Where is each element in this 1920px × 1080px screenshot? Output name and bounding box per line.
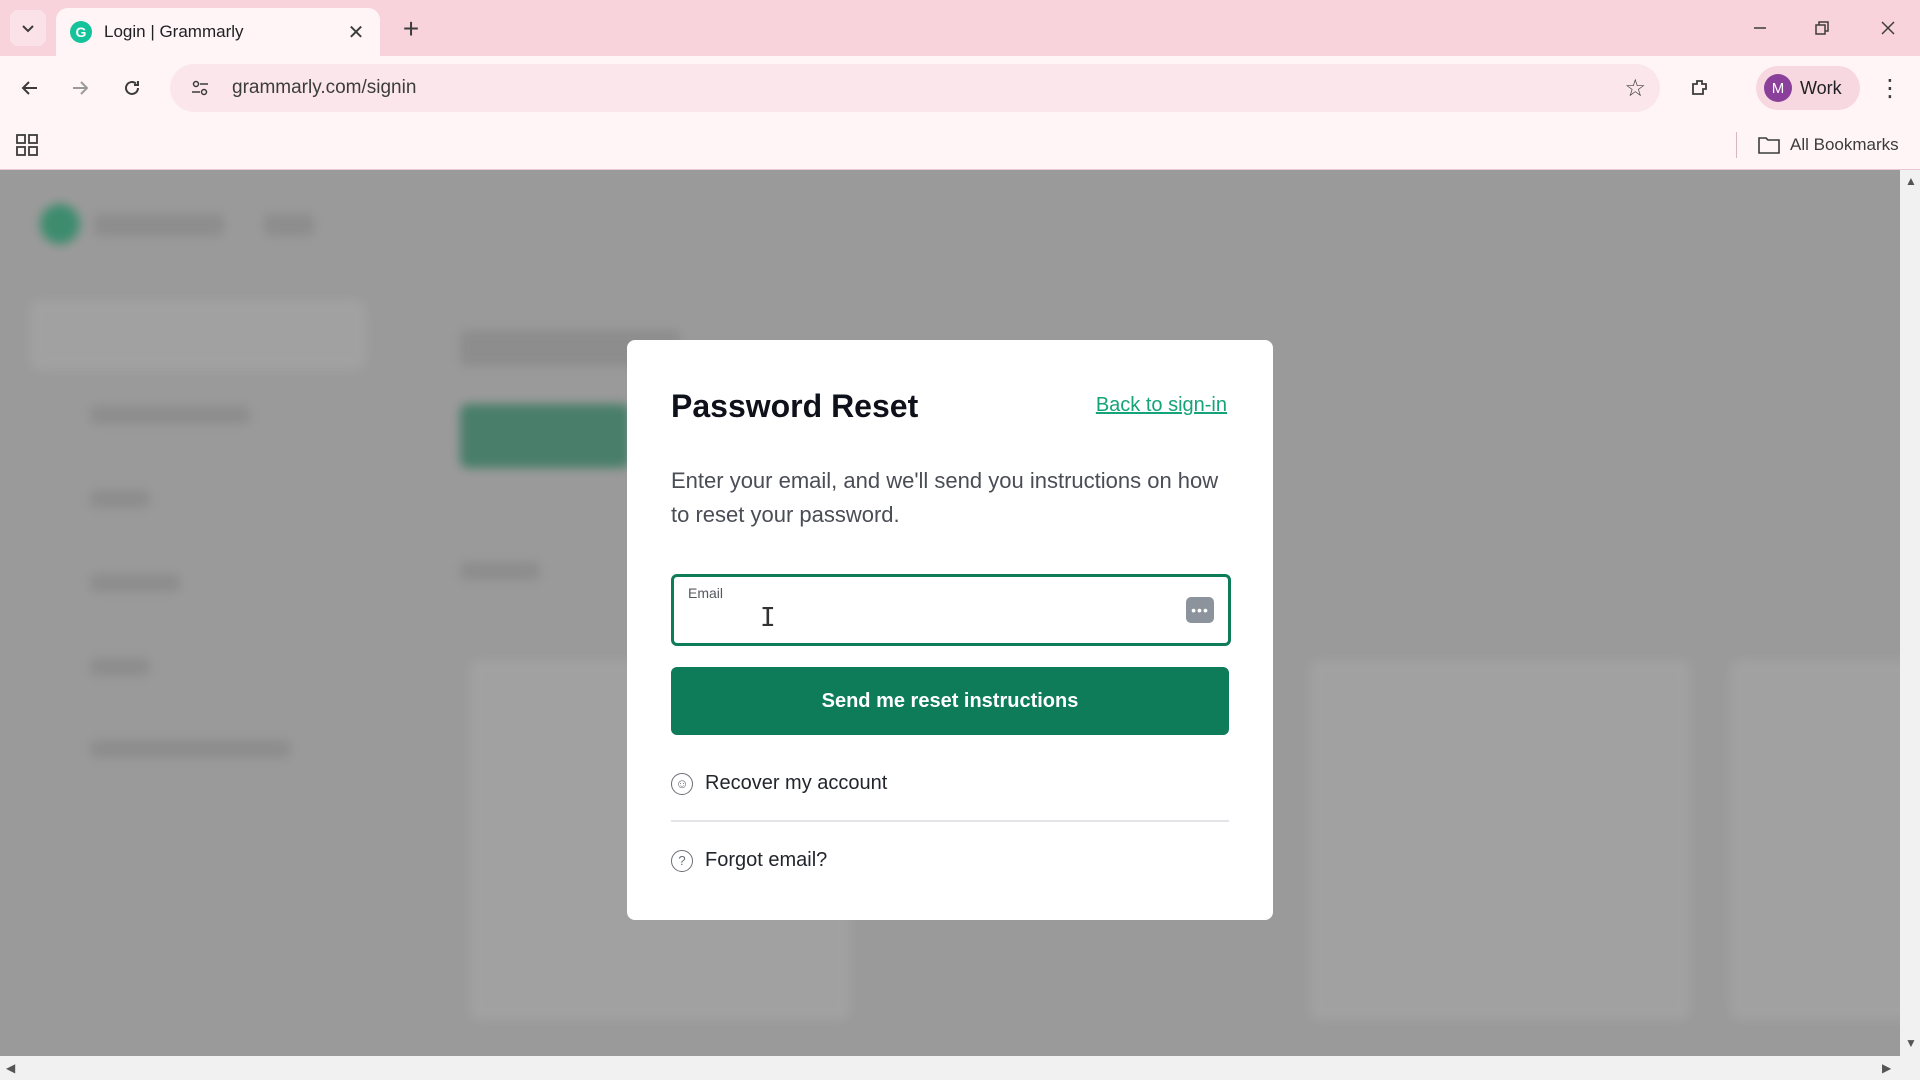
background-shape (1730, 660, 1900, 1020)
background-shape (90, 658, 150, 676)
vertical-scrollbar[interactable]: ▲ ▼ (1900, 170, 1920, 1056)
options-divider (671, 820, 1229, 822)
background-shape (1310, 660, 1690, 1020)
background-shape (94, 214, 224, 236)
background-shape (460, 404, 630, 468)
back-button[interactable] (10, 68, 50, 108)
email-field[interactable]: Email ••• (671, 574, 1231, 646)
url-text: grammarly.com/signin (232, 77, 417, 98)
reload-button[interactable] (112, 68, 152, 108)
extensions-icon[interactable] (1680, 68, 1720, 108)
browser-menu-icon[interactable]: ⋮ (1870, 68, 1910, 108)
restore-button[interactable] (1800, 8, 1844, 48)
arrow-left-icon (21, 81, 37, 95)
email-input[interactable] (688, 607, 1148, 637)
forgot-email-link[interactable]: ? Forgot email? (671, 849, 827, 872)
forward-button[interactable] (60, 68, 100, 108)
avatar: M (1764, 74, 1792, 102)
scroll-right-icon[interactable]: ▶ (1882, 1061, 1891, 1075)
text-cursor-icon: I (760, 603, 776, 633)
bookmarks-divider (1736, 132, 1737, 158)
arrow-right-icon (73, 81, 89, 95)
modal-title: Password Reset (671, 388, 919, 424)
all-bookmarks-button[interactable]: All Bookmarks (1758, 132, 1899, 158)
background-shape (90, 490, 150, 508)
tab-search-button[interactable] (10, 10, 46, 46)
horizontal-scrollbar[interactable]: ◀ ▶ (0, 1056, 1900, 1080)
smiley-icon: ☺ (671, 772, 693, 795)
recover-account-link[interactable]: ☺ Recover my account (671, 772, 887, 795)
scroll-down-icon[interactable]: ▼ (1905, 1036, 1917, 1050)
forgot-email-label: Forgot email? (705, 849, 828, 871)
bookmarks-bar: All Bookmarks (0, 120, 1920, 170)
close-icon (1881, 21, 1895, 35)
send-reset-instructions-button[interactable]: Send me reset instructions (671, 667, 1229, 735)
background-shape (90, 740, 290, 758)
restore-icon (1815, 21, 1829, 35)
bookmark-star-icon[interactable]: ☆ (1624, 74, 1646, 103)
profile-name: Work (1800, 77, 1842, 98)
minimize-icon (1754, 27, 1766, 29)
reload-icon (125, 80, 139, 95)
active-tab[interactable]: G Login | Grammarly ✕ (56, 8, 380, 56)
chevron-down-icon (22, 25, 34, 33)
modal-description: Enter your email, and we'll send you ins… (671, 468, 1219, 527)
minimize-button[interactable] (1738, 8, 1782, 48)
browser-toolbar: grammarly.com/signin ☆ M Work ⋮ (0, 56, 1920, 120)
window-close-button[interactable] (1866, 8, 1910, 48)
background-logo (40, 204, 80, 244)
new-tab-button[interactable]: + (394, 12, 428, 46)
all-bookmarks-label: All Bookmarks (1790, 135, 1899, 154)
background-shape (90, 574, 180, 592)
address-bar[interactable]: grammarly.com/signin ☆ (170, 64, 1660, 112)
folder-icon (1758, 137, 1780, 154)
back-to-signin-link[interactable]: Back to sign-in (1096, 394, 1227, 417)
password-reset-modal: Password Reset Back to sign-in Enter you… (627, 340, 1273, 920)
scroll-left-icon[interactable]: ◀ (6, 1061, 15, 1075)
site-settings-icon[interactable] (178, 78, 222, 98)
background-shape (90, 406, 250, 424)
tab-close-icon[interactable]: ✕ (344, 20, 368, 44)
profile-button[interactable]: M Work (1756, 66, 1860, 110)
background-shape (264, 214, 314, 236)
help-icon: ? (671, 849, 693, 872)
email-label: Email (688, 585, 724, 601)
background-shape (30, 300, 366, 370)
tab-strip: G Login | Grammarly ✕ + (0, 0, 1920, 56)
tab-title: Login | Grammarly (104, 22, 244, 41)
scroll-corner (1900, 1056, 1920, 1080)
background-shape (460, 562, 540, 580)
apps-grid-icon[interactable] (14, 132, 40, 158)
recover-account-label: Recover my account (705, 772, 888, 794)
password-manager-icon[interactable]: ••• (1186, 597, 1214, 623)
scroll-up-icon[interactable]: ▲ (1905, 174, 1917, 188)
grammarly-favicon-icon: G (70, 21, 92, 43)
